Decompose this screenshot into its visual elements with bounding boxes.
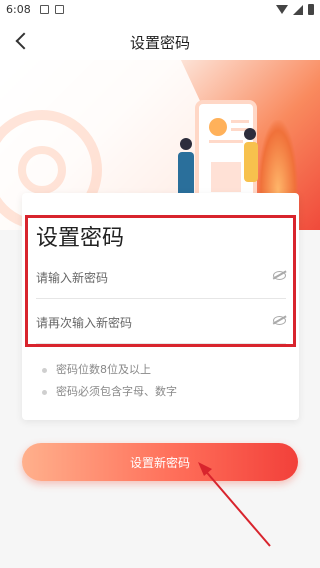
notification-icon bbox=[40, 5, 49, 14]
signal-icon bbox=[293, 4, 303, 15]
hint-item: 密码必须包含字母、数字 bbox=[42, 383, 177, 399]
wifi-icon bbox=[276, 5, 288, 14]
set-new-password-button[interactable]: 设置新密码 bbox=[22, 443, 298, 481]
status-time: 6:08 bbox=[6, 3, 31, 16]
smiley-icon bbox=[209, 118, 227, 136]
bullet-icon bbox=[42, 367, 47, 373]
hint-item: 密码位数8位及以上 bbox=[42, 361, 151, 377]
notification-icons bbox=[40, 5, 64, 14]
battery-icon bbox=[308, 4, 314, 15]
person-head-illustration bbox=[244, 128, 256, 140]
person-head-illustration bbox=[180, 138, 192, 150]
image-icon bbox=[55, 5, 64, 14]
system-icons bbox=[276, 4, 314, 15]
bullet-icon bbox=[42, 389, 47, 395]
page-title: 设置密码 bbox=[129, 34, 190, 52]
nav-bar: 设置密码 bbox=[0, 22, 320, 60]
person-illustration bbox=[244, 142, 258, 182]
annotation-highlight-box bbox=[25, 215, 296, 347]
phone-card-illustration bbox=[211, 162, 241, 192]
status-bar: 6:08 bbox=[0, 0, 320, 22]
password-card: 设置密码 请输入新密码 请再次输入新密码 密码位数8位及以上 密码必须包含字母、… bbox=[22, 193, 299, 420]
